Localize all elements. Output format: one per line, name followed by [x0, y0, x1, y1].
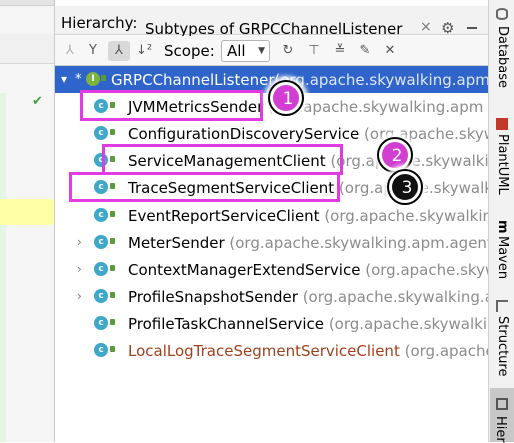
tree-row-label: EventReportServiceClient (org.apache.sky… — [128, 207, 488, 225]
tree-row-label: ContextManagerExtendService (org.apache.… — [128, 261, 488, 279]
scope-dropdown[interactable]: All ▼ — [221, 40, 270, 62]
side-tab-maven[interactable]: m Maven — [491, 220, 513, 290]
plantuml-icon — [496, 118, 508, 130]
side-tab-label: Structure — [495, 316, 510, 377]
public-icon — [110, 211, 115, 217]
sort-alphabetically-icon[interactable]: ↓² — [133, 41, 155, 61]
scope-label: Scope: — [164, 42, 215, 60]
autoscroll-icon[interactable]: ⊤ — [303, 41, 325, 61]
maven-icon: m — [495, 220, 510, 234]
gear-icon[interactable]: ⚙ — [441, 19, 454, 37]
chevron-down-icon[interactable]: ▾ — [61, 72, 67, 86]
tree-row-label: ProfileTaskChannelService (org.apache.sk… — [128, 315, 488, 333]
public-icon — [110, 265, 115, 271]
tree-row[interactable]: › c ProfileSnapshotSender (org.apache.skyw… — [55, 283, 488, 310]
tree-row[interactable]: › c MeterSender (org.apache.skywalking.apm… — [55, 229, 488, 256]
supertypes-hierarchy-icon[interactable]: Y — [82, 41, 104, 61]
public-icon — [110, 129, 115, 135]
badge-1: 1 — [268, 80, 304, 116]
highlight-box-2 — [102, 144, 343, 175]
side-tab-label: Maven — [495, 236, 510, 280]
subtypes-hierarchy-icon[interactable]: ⅄ — [108, 41, 130, 61]
class-icon: c — [94, 343, 108, 357]
class-icon: c — [94, 208, 108, 222]
right-tool-window-bar: Database PlantUML m Maven Structure Hier — [488, 0, 514, 443]
database-icon — [496, 8, 508, 20]
side-tab-hierarchy[interactable]: Hier — [490, 388, 514, 443]
badge-2: 2 — [377, 137, 413, 173]
interface-icon: I — [86, 72, 100, 86]
highlighted-line — [0, 199, 54, 225]
chevron-right-icon[interactable]: › — [77, 235, 82, 249]
class-icon: c — [94, 316, 108, 330]
class-icon: c — [94, 289, 108, 303]
class-icon: c — [94, 126, 108, 140]
side-tab-label: Hier — [493, 416, 508, 443]
highlight-box-3 — [69, 172, 340, 202]
side-tab-label: Database — [495, 26, 510, 89]
editor-toolbar-strip — [0, 34, 54, 64]
vcs-change-marker — [0, 93, 6, 442]
tree-row-label: LocalLogTraceSegmentServiceClient (org.a… — [128, 342, 488, 360]
badge-3: 3 — [387, 169, 423, 205]
chevron-right-icon[interactable]: › — [77, 289, 82, 303]
tree-row[interactable]: c ProfileTaskChannelService (org.apache.s… — [55, 310, 488, 337]
public-icon — [110, 346, 115, 352]
minimize-icon[interactable] — [467, 27, 477, 29]
tree-row[interactable]: c EventReportServiceClient (org.apache.sk… — [55, 202, 488, 229]
chevron-down-icon: ▼ — [258, 46, 265, 56]
close-icon[interactable]: × — [420, 19, 432, 35]
panel-title: Hierarchy: — [61, 14, 138, 32]
side-tab-plantuml[interactable]: PlantUML — [491, 118, 513, 210]
check-icon: ✔ — [32, 94, 43, 109]
scope-value: All — [227, 42, 246, 60]
star-icon: * — [75, 72, 82, 87]
hierarchy-panel: Hierarchy: Subtypes of GRPCChannelListen… — [55, 0, 488, 442]
public-icon — [101, 75, 106, 81]
pin-icon[interactable]: ✎ — [354, 41, 376, 61]
panel-header: Hierarchy: Subtypes of GRPCChannelListen… — [55, 6, 488, 41]
chevron-right-icon[interactable]: › — [77, 262, 82, 276]
class-icon: c — [94, 262, 108, 276]
hierarchy-toolbar: ⅄ Y ⅄ ↓² ↻ ⊤ ≚ ✎ ✕ — [55, 36, 488, 66]
hierarchy-icon — [496, 398, 508, 410]
expand-all-icon[interactable]: ≚ — [329, 41, 351, 61]
highlight-box-1 — [80, 90, 263, 121]
tree-row-label: ProfileSnapshotSender (org.apache.skywal… — [128, 288, 488, 306]
type-hierarchy-icon[interactable]: ⅄ — [59, 41, 81, 61]
tree-row-label: MeterSender (org.apache.skywalking.apm.a… — [128, 234, 488, 252]
editor-gutter: ✔ — [0, 0, 54, 442]
close-hierarchy-icon[interactable]: ✕ — [379, 41, 401, 61]
tree-row[interactable]: › c ContextManagerExtendService (org.apach… — [55, 256, 488, 283]
side-tab-label: PlantUML — [495, 134, 510, 195]
tree-row[interactable]: c ConfigurationDiscoveryService (org.apac… — [55, 120, 488, 147]
editor-tabs-strip — [0, 0, 54, 6]
public-icon — [110, 319, 115, 325]
public-icon — [110, 292, 115, 298]
class-icon: c — [94, 235, 108, 249]
public-icon — [110, 238, 115, 244]
side-tab-structure[interactable]: Structure — [491, 298, 513, 382]
refresh-icon[interactable]: ↻ — [277, 41, 299, 61]
tree-row[interactable]: c LocalLogTraceSegmentServiceClient (org.… — [55, 337, 488, 364]
tree-row-label: ConfigurationDiscoveryService (org.apach… — [128, 125, 488, 143]
structure-icon — [496, 300, 508, 312]
side-tab-database[interactable]: Database — [491, 8, 513, 104]
